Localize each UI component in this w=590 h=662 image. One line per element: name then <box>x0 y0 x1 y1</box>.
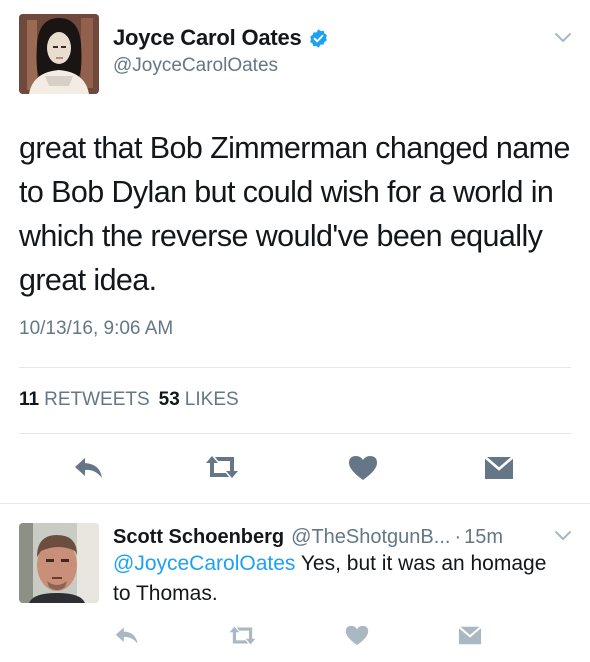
reply-icon[interactable] <box>73 455 105 481</box>
tweet-stats: 11 RETWEETS 53 LIKES <box>19 389 239 411</box>
likes-label: LIKES <box>184 389 239 410</box>
reply-time: 15m <box>464 526 504 548</box>
divider <box>19 433 571 434</box>
divider <box>0 503 590 504</box>
likes-stat[interactable]: 53 LIKES <box>159 389 239 411</box>
divider <box>19 367 571 368</box>
reply-reply-icon[interactable] <box>114 625 140 646</box>
retweets-stat[interactable]: 11 RETWEETS <box>19 389 150 411</box>
reply-separator: · <box>454 526 462 548</box>
reply-direct-message-icon[interactable] <box>458 626 482 645</box>
likes-count: 53 <box>158 389 180 410</box>
reply-mention-link[interactable]: @JoyceCarolOates <box>113 552 295 575</box>
author-handle[interactable]: @JoyceCarolOates <box>113 55 278 77</box>
reply-author-name[interactable]: Scott Schoenberg <box>113 526 284 549</box>
retweet-icon[interactable] <box>204 454 240 480</box>
verified-badge-icon <box>308 28 329 49</box>
author-avatar[interactable] <box>19 14 99 94</box>
retweets-label: RETWEETS <box>44 389 150 410</box>
reply-like-heart-icon[interactable] <box>345 625 369 646</box>
reply-author-handle[interactable]: @TheShotgunB... <box>291 526 450 549</box>
tweet-timestamp: 10/13/16, 9:06 AM <box>19 318 174 339</box>
reply-text: @JoyceCarolOates Yes, but it was an homa… <box>113 549 553 609</box>
retweets-count: 11 <box>19 389 40 410</box>
author-name-text[interactable]: Joyce Carol Oates <box>113 25 302 51</box>
reply-retweet-icon[interactable] <box>228 625 257 646</box>
reply-author-avatar[interactable] <box>19 523 99 603</box>
like-heart-icon[interactable] <box>348 455 378 481</box>
direct-message-icon[interactable] <box>484 456 514 480</box>
reply-header: Scott Schoenberg @TheShotgunB... · 15m <box>113 526 503 549</box>
chevron-down-icon[interactable] <box>553 31 573 45</box>
reply-chevron-down-icon[interactable] <box>553 529 573 543</box>
author-name[interactable]: Joyce Carol Oates <box>113 25 329 51</box>
tweet-text: great that Bob Zimmerman changed name to… <box>19 131 570 297</box>
